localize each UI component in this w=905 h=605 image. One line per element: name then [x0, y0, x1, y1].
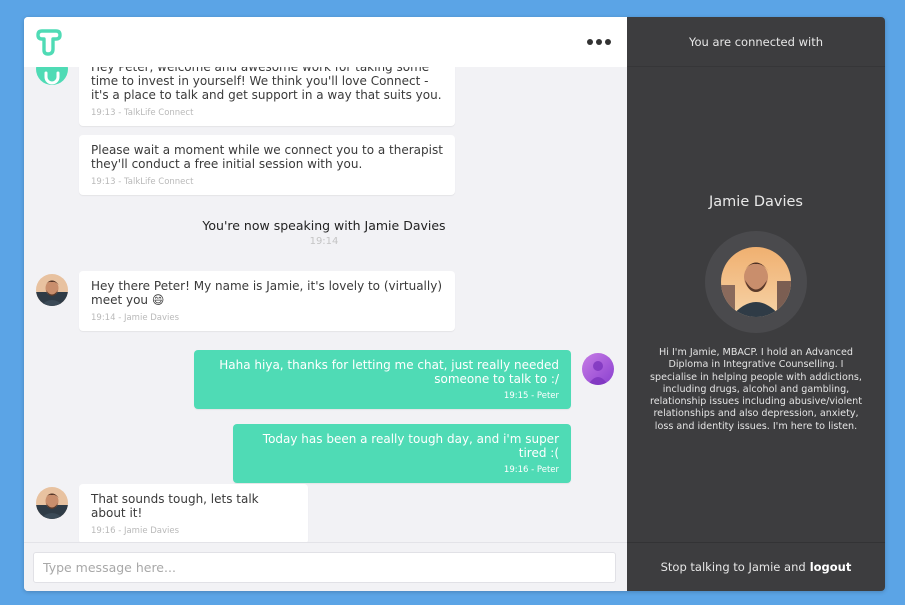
message-text: Today has been a really tough day, and i… — [262, 432, 559, 460]
therapist-profile-photo — [721, 247, 791, 317]
more-options-button[interactable] — [587, 35, 611, 49]
sidebar-header: You are connected with — [627, 17, 885, 67]
logout-link[interactable]: logout — [810, 560, 852, 574]
message-text: Haha hiya, thanks for letting me chat, j… — [219, 358, 559, 386]
app-window: Hey Peter, welcome and awesome work for … — [24, 17, 885, 591]
therapist-photo-icon — [36, 274, 68, 306]
connection-notice: You're now speaking with Jamie Davies 19… — [174, 218, 474, 247]
message-list[interactable]: Hey Peter, welcome and awesome work for … — [24, 17, 627, 542]
connection-notice-text: You're now speaking with Jamie Davies — [202, 218, 446, 233]
more-dots-icon — [596, 39, 602, 45]
connection-notice-time: 19:14 — [309, 236, 339, 247]
sidebar-footer: Stop talking to Jamie and logout — [627, 542, 885, 591]
message-meta: 19:13 - TalkLife Connect — [91, 108, 194, 118]
message-meta: 19:16 - Peter — [503, 465, 559, 475]
message-text: That sounds tough, lets talk about it! — [91, 492, 259, 520]
chat-header — [24, 17, 627, 67]
more-dots-icon — [587, 39, 593, 45]
therapist-bio: Hi I'm Jamie, MBACP. I hold an Advanced … — [649, 347, 863, 432]
therapist-profile-ring — [705, 231, 807, 333]
therapist-avatar — [36, 274, 68, 306]
therapist-name: Jamie Davies — [709, 194, 803, 210]
message-text: Hey there Peter! My name is Jamie, it's … — [91, 279, 443, 307]
message-meta: 19:14 - Jamie Davies — [91, 313, 180, 323]
message-text: Please wait a moment while we connect yo… — [91, 143, 443, 171]
user-avatar — [582, 353, 614, 385]
therapist-sidebar: You are connected with Jamie Davies Hi I… — [627, 17, 885, 591]
message-meta: 19:13 - TalkLife Connect — [91, 177, 194, 187]
message-meta: 19:15 - Peter — [503, 391, 559, 401]
stop-talking-text: Stop talking to Jamie and — [660, 560, 806, 574]
user-profile-icon — [582, 353, 614, 385]
more-dots-icon — [605, 39, 611, 45]
chat-panel: Hey Peter, welcome and awesome work for … — [24, 17, 627, 591]
therapist-avatar — [36, 487, 68, 519]
message-input[interactable] — [33, 552, 616, 583]
message-meta: 19:16 - Jamie Davies — [91, 526, 180, 536]
therapist-photo-icon — [721, 247, 791, 317]
message-5: That sounds tough, lets talk about it! 1… — [79, 484, 308, 542]
message-4: Today has been a really tough day, and i… — [233, 424, 571, 483]
talklife-logo-icon[interactable] — [34, 27, 64, 57]
therapist-photo-icon — [36, 487, 68, 519]
message-1: Please wait a moment while we connect yo… — [79, 135, 455, 195]
message-2: Hey there Peter! My name is Jamie, it's … — [79, 271, 455, 331]
message-3: Haha hiya, thanks for letting me chat, j… — [194, 350, 571, 409]
composer — [24, 542, 627, 591]
